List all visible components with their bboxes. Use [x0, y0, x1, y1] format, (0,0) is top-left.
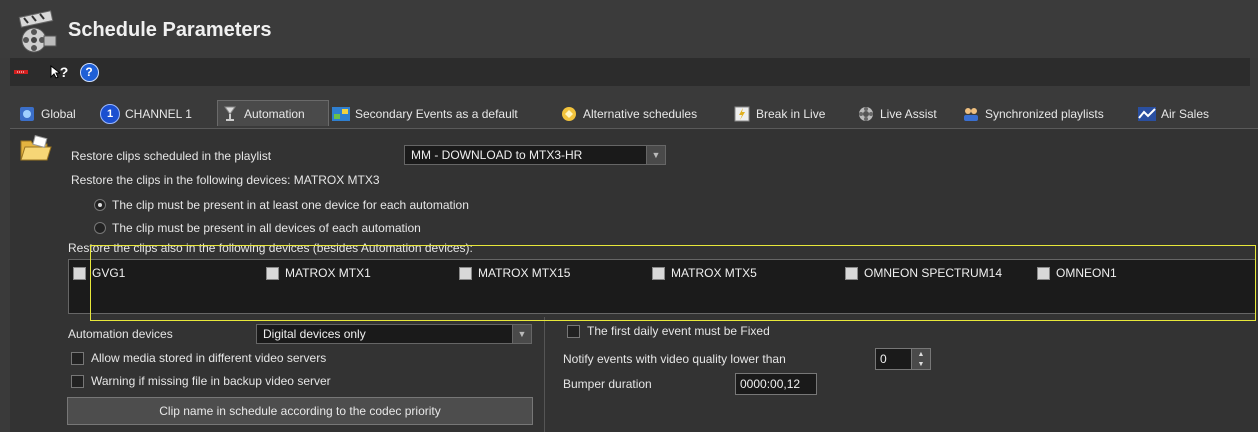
- break-in-live-icon: [733, 105, 751, 123]
- radio-all-devices[interactable]: [94, 222, 106, 234]
- warning-missing-label: Warning if missing file in backup video …: [91, 374, 331, 388]
- bumper-duration-label: Bumper duration: [563, 377, 652, 391]
- automation-devices-select[interactable]: Digital devices only ▼: [256, 324, 532, 344]
- restore-clips-select[interactable]: MM - DOWNLOAD to MTX3-HR ▼: [404, 145, 666, 165]
- checkbox[interactable]: [845, 266, 858, 280]
- help-circle-icon: ?: [79, 62, 99, 82]
- chevron-down-icon: ▼: [512, 325, 531, 343]
- warning-missing-checkbox[interactable]: [71, 375, 84, 388]
- allow-media-checkbox[interactable]: [71, 352, 84, 365]
- restore-devices-label: Restore the clips in the following devic…: [71, 173, 380, 187]
- radio-all-devices-label: The clip must be present in all devices …: [112, 221, 421, 235]
- alternative-schedules-icon: [560, 105, 578, 123]
- chevron-down-icon: ▼: [646, 146, 665, 164]
- toolbar: ? ?: [10, 58, 1250, 86]
- stepper-down-icon[interactable]: ▼: [912, 359, 930, 369]
- checkbox[interactable]: [652, 266, 665, 280]
- channel-number-icon: 1: [100, 104, 120, 124]
- pointer-help-icon: ?: [50, 64, 68, 80]
- radio-at-least-one-device[interactable]: [94, 199, 106, 211]
- tab-alternative-schedules[interactable]: Alternative schedules: [560, 102, 697, 126]
- title-bar: Schedule Parameters: [0, 0, 1258, 58]
- bumper-duration-input[interactable]: 0000:00,12: [735, 373, 817, 395]
- device-checkbox-matrox-mtx1[interactable]: MATROX MTX1: [266, 265, 371, 281]
- globe-icon: [18, 105, 36, 123]
- synchronized-playlists-icon: [962, 105, 980, 123]
- device-checkbox-matrox-mtx15[interactable]: MATROX MTX15: [459, 265, 570, 281]
- checkbox[interactable]: [459, 266, 472, 280]
- automation-icon: [221, 105, 239, 123]
- first-daily-fixed-checkbox[interactable]: [567, 325, 580, 338]
- air-sales-icon: [1138, 105, 1156, 123]
- also-devices-label: Restore the clips also in the following …: [68, 241, 473, 255]
- checkbox[interactable]: [73, 266, 86, 280]
- secondary-events-icon: [332, 105, 350, 123]
- restore-clips-label: Restore clips scheduled in the playlist: [71, 149, 272, 163]
- tab-live-assist[interactable]: Live Assist: [857, 102, 937, 126]
- device-checkbox-matrox-mtx5[interactable]: MATROX MTX5: [652, 265, 757, 281]
- automation-panel: Restore clips scheduled in the playlist …: [10, 128, 1258, 432]
- context-help-button[interactable]: ?: [46, 62, 72, 82]
- devices-list: GVG1 MATROX MTX1 MATROX MTX15 MATROX MTX…: [68, 259, 1256, 314]
- stepper-up-icon[interactable]: ▲: [912, 349, 930, 359]
- tab-break-in-live[interactable]: Break in Live: [733, 102, 825, 126]
- minimize-icon[interactable]: [12, 62, 30, 82]
- tab-strip: Global 1 CHANNEL 1 Automation Secondary …: [10, 100, 1258, 126]
- tab-air-sales[interactable]: Air Sales: [1138, 102, 1209, 126]
- notify-quality-label: Notify events with video quality lower t…: [563, 352, 786, 366]
- checkbox[interactable]: [266, 266, 279, 280]
- automation-devices-label: Automation devices: [68, 327, 173, 341]
- window-title: Schedule Parameters: [68, 19, 272, 41]
- device-checkbox-omneon-spectrum14[interactable]: OMNEON SPECTRUM14: [845, 265, 1002, 281]
- help-button[interactable]: ?: [78, 62, 100, 82]
- clip-name-codec-priority-button[interactable]: Clip name in schedule according to the c…: [67, 397, 533, 425]
- tab-synchronized-playlists[interactable]: Synchronized playlists: [962, 102, 1104, 126]
- device-checkbox-gvg1[interactable]: GVG1: [73, 265, 125, 281]
- tab-secondary-events[interactable]: Secondary Events as a default: [332, 102, 518, 126]
- tab-channel-1[interactable]: 1 CHANNEL 1: [100, 102, 192, 126]
- device-checkbox-omneon1[interactable]: OMNEON1: [1037, 265, 1117, 281]
- radio-at-least-one-label: The clip must be present in at least one…: [112, 198, 469, 212]
- notify-quality-stepper[interactable]: 0 ▲ ▼: [875, 348, 931, 370]
- first-daily-fixed-label: The first daily event must be Fixed: [587, 324, 770, 338]
- tab-automation[interactable]: Automation: [217, 100, 329, 126]
- tab-global[interactable]: Global: [18, 102, 76, 126]
- checkbox[interactable]: [1037, 266, 1050, 280]
- live-assist-icon: [857, 105, 875, 123]
- open-folder-icon: [20, 134, 52, 166]
- film-reel-icon: [14, 10, 58, 54]
- allow-media-label: Allow media stored in different video se…: [91, 351, 327, 365]
